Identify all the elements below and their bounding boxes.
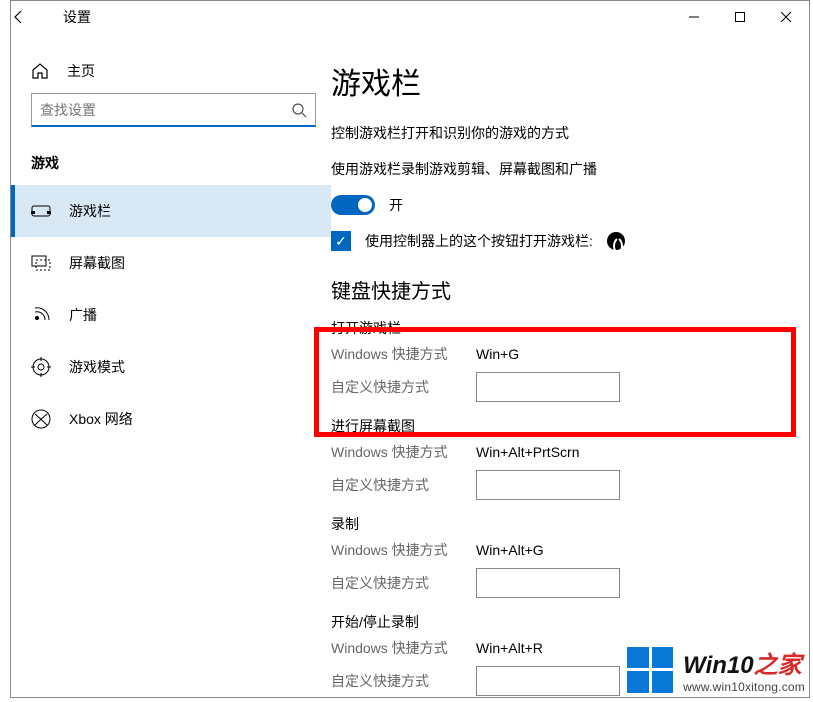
main-panel: 游戏栏 控制游戏栏打开和识别你的游戏的方式 使用游戏栏录制游戏剪辑、屏幕截图和广… [331,33,809,697]
shortcut-group-record: 录制 Windows 快捷方式 Win+Alt+G 自定义快捷方式 [331,514,803,598]
shortcut-group-title: 打开游戏栏 [331,318,803,338]
close-button[interactable] [763,1,809,33]
shortcut-group-title: 开始/停止录制 [331,612,803,632]
toggle-caption: 使用游戏栏录制游戏剪辑、屏幕截图和广播 [331,159,803,179]
windows-logo-icon [627,647,673,693]
custom-shortcut-label: 自定义快捷方式 [331,377,476,397]
sidebar-item-label: 广播 [69,305,97,325]
sidebar-item-gamebar[interactable]: 游戏栏 [11,185,331,237]
sidebar-item-label: 屏幕截图 [69,253,125,273]
win-shortcut-label: Windows 快捷方式 [331,344,476,364]
home-link[interactable]: 主页 [11,53,331,89]
watermark-brand-a: Win10 [683,652,753,679]
win-shortcut-label: Windows 快捷方式 [331,638,476,658]
screenshot-icon [31,255,51,271]
custom-shortcut-label: 自定义快捷方式 [331,573,476,593]
custom-shortcut-label: 自定义快捷方式 [331,671,476,691]
settings-window: 设置 主页 [10,0,810,698]
home-icon [31,62,51,80]
win-shortcut-value: Win+Alt+G [476,542,544,558]
shortcut-group-open-gamebar: 打开游戏栏 Windows 快捷方式 Win+G 自定义快捷方式 [331,318,803,402]
watermark: Win10之家 www.win10xitong.com [625,643,807,696]
toggle-state-label: 开 [389,195,403,215]
maximize-button[interactable] [717,1,763,33]
custom-shortcut-label: 自定义快捷方式 [331,475,476,495]
sidebar-item-label: 游戏栏 [69,201,111,221]
watermark-url: www.win10xitong.com [683,680,805,694]
xbox-icon [31,409,51,429]
window-title: 设置 [59,7,91,27]
shortcut-group-title: 进行屏幕截图 [331,416,803,436]
search-input[interactable] [40,102,291,118]
controller-checkbox-label: 使用控制器上的这个按钮打开游戏栏: [365,231,593,251]
sidebar-item-label: Xbox 网络 [69,409,133,429]
win-shortcut-label: Windows 快捷方式 [331,442,476,462]
sidebar-item-broadcast[interactable]: 广播 [11,289,331,341]
category-label: 游戏 [11,135,331,185]
page-title: 游戏栏 [331,59,803,103]
custom-shortcut-input[interactable] [476,372,620,402]
search-icon [291,102,307,118]
custom-shortcut-input[interactable] [476,568,620,598]
broadcast-icon [31,306,51,324]
sidebar-item-xbox[interactable]: Xbox 网络 [11,393,331,445]
shortcut-group-title: 录制 [331,514,803,534]
sidebar: 主页 游戏 游戏栏 [11,33,331,697]
win-shortcut-value: Win+Alt+R [476,640,543,656]
sidebar-item-screenshot[interactable]: 屏幕截图 [11,237,331,289]
sidebar-item-gamemode[interactable]: 游戏模式 [11,341,331,393]
home-label: 主页 [67,61,95,81]
win-shortcut-label: Windows 快捷方式 [331,540,476,560]
win-shortcut-value: Win+G [476,346,519,362]
shortcut-group-screenshot: 进行屏幕截图 Windows 快捷方式 Win+Alt+PrtScrn 自定义快… [331,416,803,500]
gamemode-icon [31,357,51,377]
gamebar-toggle[interactable] [331,195,375,215]
shortcuts-heading: 键盘快捷方式 [331,275,803,304]
controller-checkbox[interactable]: ✓ [331,231,351,251]
gamebar-icon [31,203,51,219]
sidebar-item-label: 游戏模式 [69,357,125,377]
watermark-brand-b: 之家 [754,652,802,679]
custom-shortcut-input[interactable] [476,666,620,696]
xbox-logo-icon [607,232,625,250]
custom-shortcut-input[interactable] [476,470,620,500]
back-button[interactable] [11,9,59,25]
win-shortcut-value: Win+Alt+PrtScrn [476,444,579,460]
search-input-wrap[interactable] [31,93,316,127]
titlebar: 设置 [11,1,809,33]
minimize-button[interactable] [671,1,717,33]
page-description: 控制游戏栏打开和识别你的游戏的方式 [331,123,803,143]
